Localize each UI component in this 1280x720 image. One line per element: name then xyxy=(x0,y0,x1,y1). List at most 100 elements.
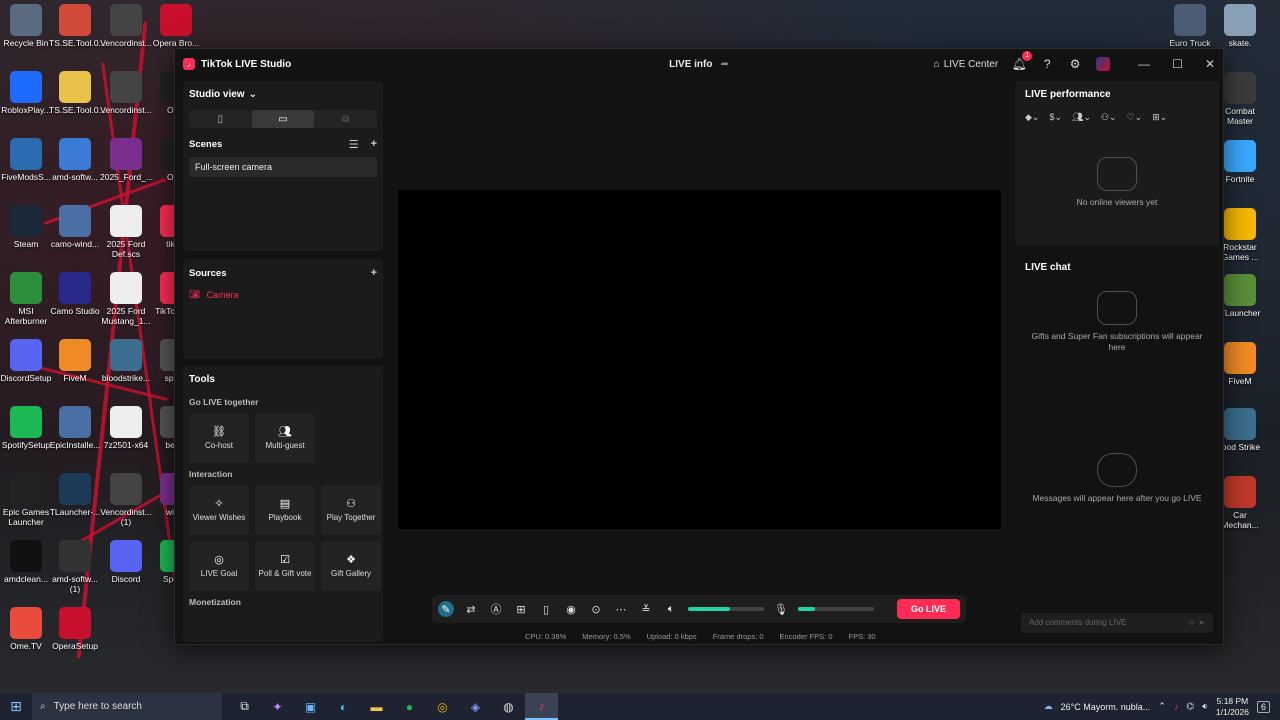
portrait-mode-button[interactable]: ▯ xyxy=(189,110,252,128)
go-live-button[interactable]: Go LIVE xyxy=(896,599,960,619)
desktop-icon[interactable]: camo-wind... xyxy=(49,205,101,250)
tool-co-host[interactable]: ⛓ Co-host xyxy=(189,413,249,463)
effects-button[interactable]: ✎ xyxy=(438,601,454,617)
clock[interactable]: 5:18 PM 1/1/2026 xyxy=(1216,696,1249,716)
desktop-icon[interactable]: Opera Bro... xyxy=(150,4,202,49)
spotify-icon[interactable]: ● xyxy=(393,693,426,720)
speaker-button[interactable]: 🔈︎ xyxy=(663,601,679,617)
desktop-icon[interactable]: RobloxPlay... xyxy=(0,71,52,116)
desktop-icon[interactable]: Vencordinst... (1) xyxy=(100,473,152,528)
diamond-icon[interactable]: ◆⌄ xyxy=(1025,112,1039,123)
desktop-icon[interactable]: SpotifySetup xyxy=(0,406,52,451)
live-info-button[interactable]: LIVE info ➦ xyxy=(669,59,729,70)
desktop-icon[interactable]: Recycle Bin xyxy=(0,4,52,49)
desktop-icon[interactable]: amdclean... xyxy=(0,540,52,585)
help-button[interactable]: ? xyxy=(1040,57,1054,71)
minimize-icon[interactable]: — xyxy=(1138,57,1150,71)
scene-item[interactable]: Full-screen camera xyxy=(189,157,377,177)
weather-text[interactable]: 26°C Mayorm. nubla... xyxy=(1061,702,1151,712)
task-view-icon[interactable]: ⧉ xyxy=(228,693,261,720)
avatar[interactable] xyxy=(1096,57,1111,71)
layout-button[interactable]: ⊞ xyxy=(513,601,529,617)
obs-icon[interactable]: ◍ xyxy=(492,693,525,720)
settings-button[interactable]: ⚙ xyxy=(1068,57,1082,71)
live-preview-canvas[interactable] xyxy=(398,190,1001,529)
tiktok-tray-icon[interactable]: ♪ xyxy=(1174,702,1179,712)
ai-button[interactable]: Ⓐ xyxy=(488,601,504,617)
viewers-icon[interactable]: 👥︎⌄ xyxy=(1072,112,1091,123)
discord-icon[interactable]: ◈ xyxy=(459,693,492,720)
desktop-icon[interactable]: FiveM xyxy=(49,339,101,384)
desktop-icon[interactable]: TS.SE.Tool.0... xyxy=(49,71,106,116)
desktop-icon[interactable]: Discord xyxy=(100,540,152,585)
live-center-button[interactable]: ⌂ LIVE Center xyxy=(934,59,999,70)
desktop-icon[interactable]: TLauncher-... xyxy=(49,473,101,518)
chat-input[interactable]: Add comments during LIVE ☺ ➤ xyxy=(1021,613,1213,633)
desktop-icon[interactable]: 2025 Ford Mustang_1... xyxy=(100,272,152,327)
desktop-icon[interactable]: EpicInstalle... xyxy=(49,406,101,451)
dual-mode-button[interactable]: ⧉ xyxy=(314,110,377,128)
likes-icon[interactable]: ♡⌄ xyxy=(1127,112,1143,123)
tray-chevron-icon[interactable]: ⌃ xyxy=(1158,701,1166,712)
desktop-icon[interactable]: Vencordinst... xyxy=(100,71,152,116)
taskbar-search[interactable]: ⌕ Type here to search xyxy=(32,693,222,720)
notification-center-icon[interactable]: 6 xyxy=(1256,700,1270,713)
network-icon[interactable]: ⌬ xyxy=(1186,701,1194,712)
desktop-icon[interactable]: OperaSetup xyxy=(49,607,101,652)
landscape-mode-button[interactable]: ▭ xyxy=(251,110,315,128)
desktop-icon[interactable]: DiscordSetup xyxy=(0,339,52,384)
audio-settings-button[interactable]: ≚ xyxy=(638,601,654,617)
desktop-icon[interactable]: 7z2501-x64 xyxy=(100,406,152,451)
tool-multi-guest[interactable]: 👥︎ Multi-guest xyxy=(255,413,315,463)
source-item-camera[interactable]: 📷︎ Camera xyxy=(189,285,377,300)
phone-preview-button[interactable]: ▯ xyxy=(538,601,554,617)
desktop-icon[interactable]: Epic Games Launcher xyxy=(0,473,52,528)
close-icon[interactable]: ✕ xyxy=(1205,57,1215,71)
mic-button[interactable]: 🎙︎ xyxy=(773,601,789,617)
translate-button[interactable]: ⇄ xyxy=(463,601,479,617)
file-explorer-icon[interactable]: ▬ xyxy=(360,693,393,720)
desktop-icon[interactable]: amd-softw... xyxy=(49,138,101,183)
store-icon[interactable]: ▣ xyxy=(294,693,327,720)
tool-playbook[interactable]: ▤ Playbook xyxy=(255,485,315,535)
windows-start-icon[interactable]: ⊞ xyxy=(0,698,32,715)
desktop-icon[interactable]: Camo Studio xyxy=(49,272,101,317)
studio-view-dropdown[interactable]: Studio view ⌄ xyxy=(189,89,377,110)
volume-icon[interactable]: 🔉︎ xyxy=(1202,701,1208,712)
edge-icon[interactable]: ◐ xyxy=(327,693,360,720)
mic-volume-slider[interactable] xyxy=(798,607,874,611)
tool-viewer-wishes[interactable]: ✧ Viewer Wishes xyxy=(189,485,249,535)
tool-live-goal[interactable]: ◎ LIVE Goal xyxy=(189,541,249,591)
desktop-icon[interactable]: Euro Truck xyxy=(1164,4,1216,49)
desktop-icon[interactable]: Vencordinst... xyxy=(100,4,152,49)
record-button[interactable]: ◉ xyxy=(563,601,579,617)
desktop-icon[interactable]: Ome.TV xyxy=(0,607,52,652)
desktop-icon[interactable]: MSI Afterburner xyxy=(0,272,52,327)
desktop-icon[interactable]: amd-softw... (1) xyxy=(49,540,101,595)
emoji-icon[interactable]: ☺ ➤ xyxy=(1188,618,1205,628)
desktop-icon[interactable]: 2025_Ford_... xyxy=(100,138,153,183)
tool-gift-gallery[interactable]: ❖ Gift Gallery xyxy=(321,541,381,591)
desktop-icon[interactable]: TS.SE.Tool.0... xyxy=(49,4,106,49)
tiktok-live-taskbar-icon[interactable]: ♪ xyxy=(525,693,558,720)
followers-icon[interactable]: ⚇⌄ xyxy=(1101,112,1117,123)
tool-poll-gift-vote[interactable]: ☑ Poll & Gift vote xyxy=(255,541,315,591)
chrome-icon[interactable]: ◎ xyxy=(426,693,459,720)
coin-icon[interactable]: $⌄ xyxy=(1049,112,1062,123)
gifts-icon[interactable]: ⊞⌄ xyxy=(1152,112,1167,123)
desktop-icon[interactable]: bloodstrike... xyxy=(100,339,152,384)
title-bar[interactable]: ♪ TikTok LIVE Studio LIVE info ➦ ⌂ LIVE … xyxy=(175,49,1223,79)
desktop-icon[interactable]: skate. xyxy=(1214,4,1266,49)
desktop-icon[interactable]: FiveModsS... xyxy=(0,138,52,183)
desktop-icon[interactable]: Steam xyxy=(0,205,52,250)
notifications-button[interactable]: 🔔︎ 1 xyxy=(1012,51,1033,71)
add-scene-icon[interactable]: + xyxy=(371,138,377,151)
screenshot-button[interactable]: ⊙ xyxy=(588,601,604,617)
tool-play-together[interactable]: ⚇ Play Together xyxy=(321,485,381,535)
more-button[interactable]: ⋯ xyxy=(613,601,629,617)
maximize-icon[interactable]: ☐ xyxy=(1172,57,1183,71)
list-icon[interactable]: ☰ xyxy=(349,138,359,151)
add-source-icon[interactable]: + xyxy=(371,267,377,279)
speaker-volume-slider[interactable] xyxy=(688,607,764,611)
desktop-icon[interactable]: 2025 Ford Def.scs xyxy=(100,205,152,260)
